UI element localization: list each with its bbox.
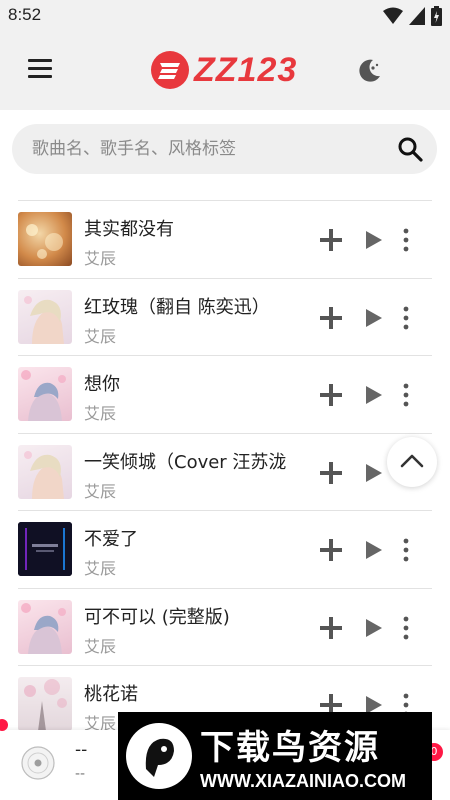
album-cover (18, 599, 72, 654)
song-artist: 艾辰 (84, 559, 117, 578)
more-vert-icon[interactable] (398, 537, 414, 563)
search-input[interactable] (32, 124, 382, 174)
song-title: 桃花诺 (84, 684, 138, 705)
song-artist: 艾辰 (84, 404, 117, 423)
song-title: 不爱了 (84, 529, 138, 550)
app-logo: ZZ123 (150, 44, 300, 96)
play-icon[interactable] (364, 229, 384, 251)
search-icon[interactable] (397, 136, 423, 162)
scroll-to-top-button[interactable] (387, 437, 437, 487)
song-row[interactable]: 其实都没有 艾辰 (18, 200, 432, 278)
moon-icon[interactable] (355, 56, 383, 84)
add-icon[interactable] (318, 460, 344, 486)
add-icon[interactable] (318, 305, 344, 331)
play-icon[interactable] (364, 539, 384, 561)
song-title: 想你 (84, 374, 120, 395)
song-artist: 艾辰 (84, 326, 117, 346)
more-vert-icon[interactable] (398, 305, 414, 331)
more-vert-icon[interactable] (398, 615, 414, 641)
logo-mark-icon (151, 51, 189, 89)
album-cover (18, 367, 72, 421)
bird-logo-icon (126, 723, 192, 789)
watermark-text: 下载鸟资源 WWW.XIAZAINIAO.COM (200, 720, 406, 792)
watermark-title: 下载鸟资源 (200, 728, 380, 768)
logo-text: ZZ123 (194, 50, 298, 89)
player-artist: -- (75, 766, 86, 782)
signal-icon (409, 7, 425, 25)
wifi-icon (383, 7, 403, 24)
more-vert-icon[interactable] (398, 382, 414, 408)
album-cover (18, 677, 72, 731)
disc-icon (21, 746, 55, 780)
watermark-url: WWW.XIAZAINIAO.COM (200, 771, 406, 791)
menu-icon[interactable] (28, 59, 52, 83)
play-icon[interactable] (364, 384, 384, 406)
play-icon[interactable] (364, 307, 384, 329)
search-bar (12, 124, 437, 174)
add-icon[interactable] (318, 537, 344, 563)
add-icon[interactable] (318, 227, 344, 253)
song-row[interactable]: 红玫瑰（翻自 陈奕迅） 艾辰 (18, 277, 432, 356)
song-artist: 艾辰 (84, 481, 117, 501)
song-title: 可不可以 (完整版) (84, 606, 230, 628)
play-icon[interactable] (364, 617, 384, 639)
album-cover (18, 212, 72, 266)
add-icon[interactable] (318, 382, 344, 408)
chevron-up-icon (400, 454, 424, 468)
status-time: 8:52 (8, 5, 42, 24)
app-header: ZZ123 (0, 32, 450, 110)
play-icon[interactable] (364, 462, 384, 484)
status-bar: 8:52 (0, 0, 450, 32)
album-cover (18, 289, 72, 344)
watermark-banner: 下载鸟资源 WWW.XIAZAINIAO.COM (118, 712, 432, 800)
add-icon[interactable] (318, 615, 344, 641)
song-row[interactable]: 不爱了 艾辰 (18, 510, 432, 588)
album-cover (18, 444, 72, 499)
more-vert-icon[interactable] (398, 227, 414, 253)
song-row[interactable]: 可不可以 (完整版) 艾辰 (18, 587, 432, 666)
song-list: 其实都没有 艾辰 红玫瑰（翻自 陈奕迅） 艾辰 想你 艾辰 一笑倾城（Cover… (18, 200, 432, 743)
song-title: 红玫瑰（翻自 陈奕迅） (84, 296, 270, 318)
status-icons (383, 6, 442, 26)
song-title: 其实都没有 (84, 219, 174, 240)
player-title: -- (75, 740, 88, 760)
song-row[interactable]: 想你 艾辰 (18, 355, 432, 433)
album-cover (18, 522, 72, 576)
song-title: 一笑倾城（Cover 汪苏泷 (84, 451, 287, 473)
song-artist: 艾辰 (84, 249, 117, 268)
song-artist: 艾辰 (84, 636, 117, 656)
battery-icon (431, 6, 442, 26)
song-row[interactable]: 一笑倾城（Cover 汪苏泷 艾辰 (18, 432, 432, 511)
